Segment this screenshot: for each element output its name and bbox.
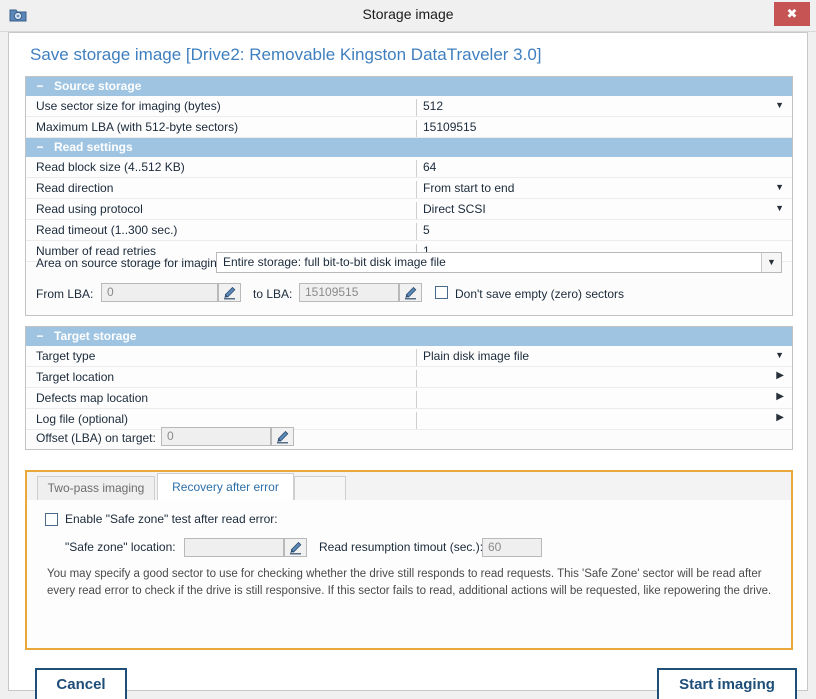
table-row[interactable]: Defects map location ▶ <box>26 388 792 409</box>
offset-input[interactable]: 0 <box>161 427 271 446</box>
from-lba-label: From LBA: <box>36 287 93 301</box>
lba-range-row: From LBA: 0 to LBA: 15109515 <box>26 283 792 307</box>
page-title: Save storage image [Drive2: Removable Ki… <box>30 45 542 65</box>
row-label: Defects map location <box>36 391 148 405</box>
dialog-window: Storage image ✖ Save storage image [Driv… <box>0 0 816 699</box>
cancel-button[interactable]: Cancel <box>35 668 127 699</box>
chevron-right-icon[interactable]: ▶ <box>776 370 784 381</box>
row-value[interactable]: Plain disk image file <box>416 349 788 366</box>
row-label: Read timeout (1..300 sec.) <box>36 223 177 237</box>
row-label: Target location <box>36 370 114 384</box>
table-row[interactable]: Read direction From start to end ▼ <box>26 178 792 199</box>
source-storage-panel: − Source storage Use sector size for ima… <box>25 76 793 316</box>
chevron-right-icon[interactable]: ▶ <box>776 412 784 423</box>
offset-label: Offset (LBA) on target: <box>36 431 156 445</box>
tab-recovery-after-error[interactable]: Recovery after error <box>157 473 294 501</box>
to-lba-input[interactable]: 15109515 <box>299 283 399 302</box>
row-label: Read using protocol <box>36 202 143 216</box>
recovery-description-text: You may specify a good sector to use for… <box>47 566 773 600</box>
offset-edit-pencil-icon[interactable] <box>271 427 294 446</box>
collapse-icon[interactable]: − <box>34 327 46 346</box>
from-lba-input[interactable]: 0 <box>101 283 218 302</box>
area-for-imaging-value: Entire storage: full bit-to-bit disk ima… <box>223 255 446 269</box>
row-label: Read direction <box>36 181 113 195</box>
row-label: Log file (optional) <box>36 412 128 426</box>
chevron-down-icon[interactable]: ▼ <box>775 350 784 360</box>
row-value[interactable]: 512 <box>416 99 788 116</box>
row-value[interactable]: 15109515 <box>416 120 788 137</box>
row-label: Target type <box>36 349 95 363</box>
close-button[interactable]: ✖ <box>774 2 810 26</box>
start-imaging-button[interactable]: Start imaging <box>657 668 797 699</box>
tab-strip: Two-pass imaging Recovery after error <box>27 472 791 501</box>
read-resumption-timeout-input[interactable]: 60 <box>482 538 542 557</box>
dont-save-empty-sectors-checkbox[interactable] <box>435 286 448 299</box>
row-value[interactable]: 64 <box>416 160 788 177</box>
from-lba-edit-pencil-icon[interactable] <box>218 283 241 302</box>
window-title: Storage image <box>0 6 816 22</box>
title-bar: Storage image ✖ <box>0 0 816 32</box>
row-label: Read block size (4..512 KB) <box>36 160 185 174</box>
target-storage-panel: − Target storage Target type Plain disk … <box>25 326 793 450</box>
section-header-target-storage[interactable]: − Target storage <box>26 327 792 346</box>
table-row[interactable]: Target type Plain disk image file ▼ <box>26 346 792 367</box>
offset-on-target-row: Offset (LBA) on target: 0 <box>26 427 792 451</box>
row-label: Maximum LBA (with 512-byte sectors) <box>36 120 238 134</box>
section-title: Target storage <box>54 327 136 346</box>
safe-zone-location-edit-pencil-icon[interactable] <box>284 538 307 557</box>
chevron-down-icon[interactable]: ▼ <box>775 203 784 213</box>
area-for-imaging-select[interactable]: Entire storage: full bit-to-bit disk ima… <box>216 252 782 273</box>
enable-safe-zone-checkbox[interactable] <box>45 513 58 526</box>
table-row[interactable]: Target location ▶ <box>26 367 792 388</box>
row-value[interactable] <box>416 370 788 387</box>
enable-safe-zone-label: Enable "Safe zone" test after read error… <box>65 512 278 526</box>
enable-safe-zone-row: Enable "Safe zone" test after read error… <box>27 512 791 532</box>
safe-zone-location-input[interactable] <box>184 538 284 557</box>
tab-two-pass-imaging[interactable]: Two-pass imaging <box>37 476 155 500</box>
row-value[interactable]: From start to end <box>416 181 788 198</box>
chevron-down-icon[interactable]: ▼ <box>775 182 784 192</box>
chevron-down-icon[interactable]: ▼ <box>761 253 781 272</box>
read-resumption-timeout-label: Read resumption timout (sec.): <box>319 540 483 554</box>
table-row[interactable]: Read block size (4..512 KB) 64 <box>26 157 792 178</box>
area-for-imaging-row: Area on source storage for imaging: Enti… <box>26 252 792 278</box>
dialog-client-area: Save storage image [Drive2: Removable Ki… <box>8 32 808 691</box>
section-header-read-settings[interactable]: − Read settings <box>26 138 792 157</box>
table-row[interactable]: Maximum LBA (with 512-byte sectors) 1510… <box>26 117 792 138</box>
to-lba-edit-pencil-icon[interactable] <box>399 283 422 302</box>
table-row[interactable]: Use sector size for imaging (bytes) 512 … <box>26 96 792 117</box>
dont-save-empty-sectors-label: Don't save empty (zero) sectors <box>455 287 624 301</box>
chevron-down-icon[interactable]: ▼ <box>775 100 784 110</box>
section-title: Read settings <box>54 138 133 157</box>
table-row[interactable]: Read using protocol Direct SCSI ▼ <box>26 199 792 220</box>
area-for-imaging-label: Area on source storage for imaging: <box>36 256 227 270</box>
section-header-source-storage[interactable]: − Source storage <box>26 77 792 96</box>
safe-zone-location-row: "Safe zone" location: Read resumption ti… <box>27 538 791 560</box>
recovery-tab-panel: Two-pass imaging Recovery after error En… <box>25 470 793 650</box>
row-value[interactable]: Direct SCSI <box>416 202 788 219</box>
tab-content-recovery: Enable "Safe zone" test after read error… <box>27 500 791 648</box>
chevron-right-icon[interactable]: ▶ <box>776 391 784 402</box>
table-row[interactable]: Read timeout (1..300 sec.) 5 <box>26 220 792 241</box>
collapse-icon[interactable]: − <box>34 77 46 96</box>
safe-zone-location-label: "Safe zone" location: <box>65 540 176 554</box>
to-lba-label: to LBA: <box>253 287 292 301</box>
row-label: Use sector size for imaging (bytes) <box>36 99 221 113</box>
section-title: Source storage <box>54 77 141 96</box>
row-value[interactable] <box>416 391 788 408</box>
row-value[interactable]: 5 <box>416 223 788 240</box>
tab-filler <box>294 476 346 500</box>
collapse-icon[interactable]: − <box>34 138 46 157</box>
